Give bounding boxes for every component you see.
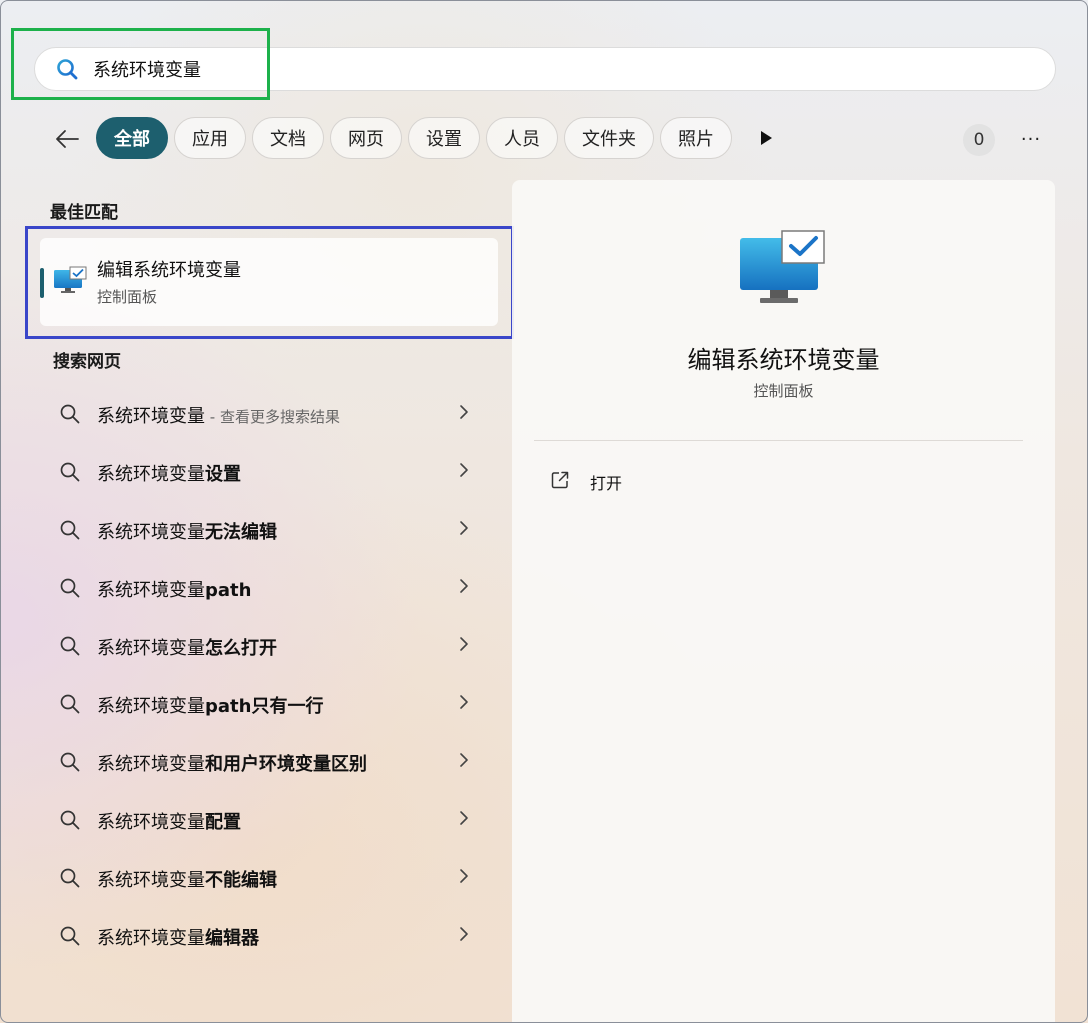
suggestion-base: 系统环境变量 bbox=[97, 928, 205, 949]
suggestion-text: 系统环境变量path bbox=[97, 576, 251, 602]
suggestion-completion: 编辑器 bbox=[205, 928, 259, 949]
search-icon bbox=[59, 867, 81, 889]
filter-chip-apps[interactable]: 应用 bbox=[174, 117, 246, 159]
search-icon bbox=[59, 751, 81, 773]
divider bbox=[534, 440, 1023, 441]
web-suggestion[interactable]: 系统环境变量设置 bbox=[40, 442, 498, 500]
chevron-right-icon bbox=[458, 694, 474, 712]
filter-chips: 全部 应用 文档 网页 设置 人员 文件夹 照片 bbox=[96, 117, 732, 159]
suggestion-completion: path只有一行 bbox=[205, 696, 324, 717]
suggestion-completion: path bbox=[205, 580, 252, 601]
chevron-right-icon bbox=[458, 404, 474, 422]
play-icon[interactable] bbox=[756, 128, 776, 148]
suggestion-completion: 配置 bbox=[205, 812, 241, 833]
web-suggestion[interactable]: 系统环境变量path只有一行 bbox=[40, 674, 498, 732]
filter-chip-photos[interactable]: 照片 bbox=[660, 117, 732, 159]
suggestion-base: 系统环境变量 bbox=[97, 406, 205, 427]
suggestion-text: 系统环境变量不能编辑 bbox=[97, 866, 277, 892]
suggestion-base: 系统环境变量 bbox=[97, 754, 205, 775]
web-suggestion[interactable]: 系统环境变量编辑器 bbox=[40, 906, 498, 964]
web-search-heading: 搜索网页 bbox=[53, 352, 121, 372]
suggestion-completion: 设置 bbox=[205, 464, 241, 485]
search-highlight-box bbox=[11, 28, 270, 100]
web-search-list: 系统环境变量 - 查看更多搜索结果 系统环境变量设置 系统环境变量无法编辑 系统… bbox=[40, 384, 498, 964]
suggestion-base: 系统环境变量 bbox=[97, 522, 205, 543]
search-icon bbox=[59, 809, 81, 831]
web-suggestion[interactable]: 系统环境变量 - 查看更多搜索结果 bbox=[40, 384, 498, 442]
open-label: 打开 bbox=[590, 474, 623, 493]
open-external-icon bbox=[550, 470, 570, 494]
search-icon bbox=[59, 693, 81, 715]
detail-title: 编辑系统环境变量 bbox=[687, 346, 880, 374]
web-suggestion[interactable]: 系统环境变量怎么打开 bbox=[40, 616, 498, 674]
chevron-right-icon bbox=[458, 578, 474, 596]
suggestion-text: 系统环境变量 - 查看更多搜索结果 bbox=[97, 402, 340, 428]
filter-chip-web[interactable]: 网页 bbox=[330, 117, 402, 159]
chevron-right-icon bbox=[458, 752, 474, 770]
chevron-right-icon bbox=[458, 520, 474, 538]
suggestion-text: 系统环境变量设置 bbox=[97, 460, 241, 486]
search-icon bbox=[59, 519, 81, 541]
chevron-right-icon bbox=[458, 926, 474, 944]
filter-chip-people[interactable]: 人员 bbox=[486, 117, 558, 159]
web-suggestion[interactable]: 系统环境变量和用户环境变量区别 bbox=[40, 732, 498, 790]
chevron-right-icon bbox=[458, 868, 474, 886]
suggestion-completion: 和用户环境变量区别 bbox=[205, 754, 367, 775]
back-arrow-icon[interactable] bbox=[52, 124, 82, 154]
web-suggestion[interactable]: 系统环境变量path bbox=[40, 558, 498, 616]
web-suggestion[interactable]: 系统环境变量不能编辑 bbox=[40, 848, 498, 906]
suggestion-completion: 无法编辑 bbox=[205, 522, 277, 543]
web-suggestion[interactable]: 系统环境变量配置 bbox=[40, 790, 498, 848]
search-icon bbox=[59, 635, 81, 657]
search-icon bbox=[59, 925, 81, 947]
open-action[interactable]: 打开 bbox=[550, 470, 622, 494]
suggestion-text: 系统环境变量path只有一行 bbox=[97, 692, 323, 718]
suggestion-base: 系统环境变量 bbox=[97, 696, 205, 717]
suggestion-completion: 不能编辑 bbox=[205, 870, 277, 891]
search-icon bbox=[59, 577, 81, 599]
search-icon bbox=[59, 461, 81, 483]
chevron-right-icon bbox=[458, 636, 474, 654]
suggestion-text: 系统环境变量无法编辑 bbox=[97, 518, 277, 544]
chevron-right-icon bbox=[458, 462, 474, 480]
suggestion-base: 系统环境变量 bbox=[97, 464, 205, 485]
suggestion-base: 系统环境变量 bbox=[97, 638, 205, 659]
chevron-right-icon bbox=[458, 810, 474, 828]
suggestion-hint: - 查看更多搜索结果 bbox=[205, 408, 340, 426]
suggestion-base: 系统环境变量 bbox=[97, 870, 205, 891]
more-options-icon[interactable]: ··· bbox=[1016, 124, 1046, 154]
web-suggestion[interactable]: 系统环境变量无法编辑 bbox=[40, 500, 498, 558]
best-match-heading: 最佳匹配 bbox=[50, 203, 118, 223]
best-match-highlight-box bbox=[25, 226, 514, 339]
suggestion-completion: 怎么打开 bbox=[205, 638, 277, 659]
suggestion-text: 系统环境变量配置 bbox=[97, 808, 241, 834]
detail-subtitle: 控制面板 bbox=[753, 382, 814, 400]
suggestion-base: 系统环境变量 bbox=[97, 812, 205, 833]
suggestion-text: 系统环境变量编辑器 bbox=[97, 924, 259, 950]
search-icon bbox=[59, 403, 81, 425]
filter-chip-settings[interactable]: 设置 bbox=[408, 117, 480, 159]
suggestion-text: 系统环境变量怎么打开 bbox=[97, 634, 277, 660]
detail-panel: 编辑系统环境变量 控制面板 打开 bbox=[512, 180, 1055, 1023]
suggestion-text: 系统环境变量和用户环境变量区别 bbox=[97, 750, 367, 776]
filter-chip-documents[interactable]: 文档 bbox=[252, 117, 324, 159]
suggestion-base: 系统环境变量 bbox=[97, 580, 205, 601]
rewards-count-badge[interactable]: 0 bbox=[963, 124, 995, 156]
filter-chip-all[interactable]: 全部 bbox=[96, 117, 168, 159]
system-properties-icon bbox=[738, 228, 828, 312]
filter-chip-folders[interactable]: 文件夹 bbox=[564, 117, 654, 159]
